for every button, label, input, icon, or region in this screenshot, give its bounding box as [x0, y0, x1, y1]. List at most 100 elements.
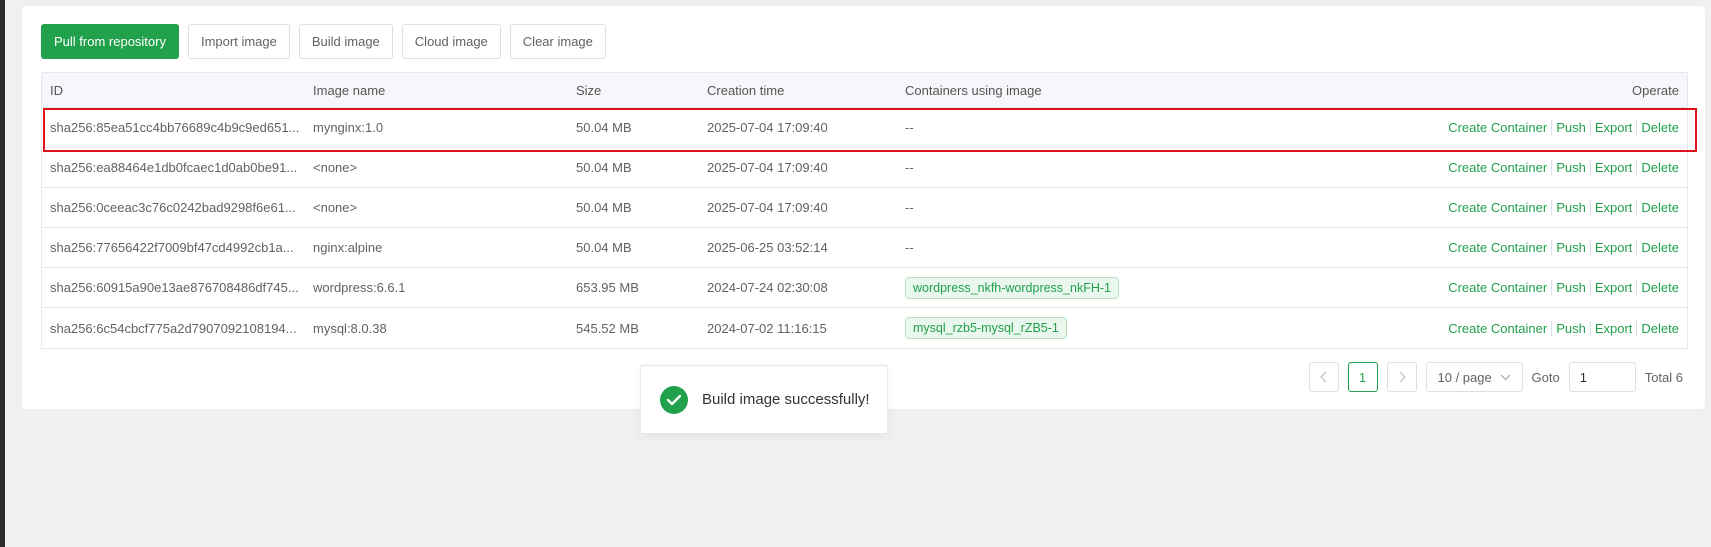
image-name: mynginx:1.0	[313, 120, 384, 135]
operate-cell: Create Container Push Export Delete	[1197, 200, 1687, 215]
import-image-button[interactable]: Import image	[187, 24, 290, 59]
action-divider	[1636, 200, 1638, 215]
action-divider	[1551, 200, 1553, 215]
action-divider	[1636, 120, 1638, 135]
delete-link[interactable]: Delete	[1641, 160, 1679, 175]
header-image-name: Image name	[313, 82, 386, 98]
push-link[interactable]: Push	[1556, 321, 1586, 336]
containers-cell: --	[905, 120, 914, 135]
chevron-right-icon	[1399, 371, 1406, 383]
export-link[interactable]: Export	[1595, 321, 1633, 336]
page-size-select[interactable]: 10 / page	[1425, 362, 1523, 392]
next-page-button[interactable]	[1386, 362, 1417, 392]
image-id: sha256:0ceeac3c76c0242bad9298f6e61...	[50, 200, 296, 215]
image-name: wordpress:6.6.1	[313, 280, 406, 295]
containers-cell: --	[905, 200, 914, 215]
image-size: 653.95 MB	[576, 280, 639, 295]
push-link[interactable]: Push	[1556, 200, 1586, 215]
create-container-link[interactable]: Create Container	[1448, 200, 1547, 215]
table-row: sha256:ea88464e1db0fcaec1d0ab0be91... <no…	[42, 148, 1687, 188]
page-number-button[interactable]: 1	[1347, 362, 1378, 392]
creation-time: 2025-07-04 17:09:40	[707, 160, 828, 175]
push-link[interactable]: Push	[1556, 240, 1586, 255]
image-id: sha256:60915a90e13ae876708486df745...	[50, 280, 299, 295]
action-divider	[1589, 120, 1591, 135]
image-size: 50.04 MB	[576, 200, 632, 215]
delete-link[interactable]: Delete	[1641, 280, 1679, 295]
image-size: 50.04 MB	[576, 160, 632, 175]
export-link[interactable]: Export	[1595, 240, 1633, 255]
images-table: ID Image name Size Creation time Contain…	[41, 72, 1697, 349]
action-divider	[1589, 240, 1591, 255]
container-tag[interactable]: wordpress_nkfh-wordpress_nkFH-1	[905, 276, 1119, 299]
image-name: <none>	[313, 200, 358, 215]
creation-time: 2024-07-24 02:30:08	[707, 280, 828, 295]
header-operate: Operate	[1632, 82, 1679, 98]
push-link[interactable]: Push	[1556, 280, 1586, 295]
create-container-link[interactable]: Create Container	[1448, 160, 1547, 175]
image-size: 50.04 MB	[576, 120, 632, 135]
image-name: nginx:alpine	[313, 240, 383, 255]
image-id: sha256:6c54cbcf775a2d7907092108194...	[50, 320, 297, 336]
cloud-image-button[interactable]: Cloud image	[401, 24, 501, 59]
left-edge-bar	[0, 0, 5, 547]
operate-cell: Create Container Push Export Delete	[1197, 280, 1687, 295]
delete-link[interactable]: Delete	[1641, 200, 1679, 215]
delete-link[interactable]: Delete	[1641, 321, 1679, 336]
image-size: 545.52 MB	[576, 320, 639, 336]
image-id: sha256:ea88464e1db0fcaec1d0ab0be91...	[50, 160, 298, 175]
container-tag[interactable]: mysql_rzb5-mysql_rZB5-1	[905, 317, 1067, 339]
action-divider	[1636, 320, 1638, 336]
pagination: 1 10 / page Goto Total 6	[1308, 362, 1683, 392]
export-link[interactable]: Export	[1595, 120, 1633, 135]
operate-cell: Create Container Push Export Delete	[1197, 240, 1687, 255]
action-divider	[1636, 160, 1638, 175]
operate-cell: Create Container Push Export Delete	[1197, 120, 1687, 135]
containers-cell: wordpress_nkfh-wordpress_nkFH-1	[897, 276, 1197, 299]
image-size: 50.04 MB	[576, 240, 632, 255]
create-container-link[interactable]: Create Container	[1448, 240, 1547, 255]
push-link[interactable]: Push	[1556, 120, 1586, 135]
image-id: sha256:85ea51cc4bb76689c4b9c9ed651...	[50, 120, 300, 135]
table-row: sha256:77656422f7009bf47cd4992cb1a... ngi…	[42, 228, 1687, 268]
header-size: Size	[576, 82, 602, 98]
export-link[interactable]: Export	[1595, 160, 1633, 175]
export-link[interactable]: Export	[1595, 200, 1633, 215]
containers-cell: --	[905, 160, 914, 175]
chevron-left-icon	[1319, 371, 1326, 383]
delete-link[interactable]: Delete	[1641, 120, 1679, 135]
operate-cell: Create Container Push Export Delete	[1197, 320, 1687, 336]
check-circle-icon	[660, 385, 688, 414]
toolbar: Pull from repository Import image Build …	[41, 24, 606, 59]
containers-cell: --	[905, 240, 914, 255]
push-link[interactable]: Push	[1556, 160, 1586, 175]
table-header: ID Image name Size Creation time Contain…	[42, 73, 1687, 108]
images-panel: Pull from repository Import image Build …	[22, 6, 1705, 409]
action-divider	[1551, 160, 1553, 175]
action-divider	[1589, 280, 1591, 295]
create-container-link[interactable]: Create Container	[1448, 280, 1547, 295]
goto-input[interactable]	[1568, 362, 1636, 392]
table-body: sha256:85ea51cc4bb76689c4b9c9ed651... myn…	[42, 108, 1697, 348]
action-divider	[1551, 320, 1553, 336]
clear-image-button[interactable]: Clear image	[509, 24, 606, 59]
pull-from-repository-button[interactable]: Pull from repository	[41, 24, 179, 59]
image-name: mysql:8.0.38	[313, 320, 387, 336]
chevron-down-icon	[1500, 374, 1510, 381]
action-divider	[1589, 320, 1591, 336]
create-container-link[interactable]: Create Container	[1448, 321, 1547, 336]
delete-link[interactable]: Delete	[1641, 240, 1679, 255]
create-container-link[interactable]: Create Container	[1448, 120, 1547, 135]
export-link[interactable]: Export	[1595, 280, 1633, 295]
prev-page-button[interactable]	[1308, 362, 1339, 392]
action-divider	[1636, 280, 1638, 295]
goto-label: Goto	[1531, 369, 1560, 385]
creation-time: 2024-07-02 11:16:15	[707, 320, 827, 336]
table-row: sha256:85ea51cc4bb76689c4b9c9ed651... myn…	[42, 108, 1697, 152]
creation-time: 2025-07-04 17:09:40	[707, 120, 828, 135]
header-creation-time: Creation time	[707, 82, 785, 98]
page-size-value: 10 / page	[1437, 369, 1492, 385]
build-image-button[interactable]: Build image	[298, 24, 393, 59]
toast-message: Build image successfully!	[702, 391, 870, 408]
success-toast: Build image successfully!	[640, 365, 888, 434]
